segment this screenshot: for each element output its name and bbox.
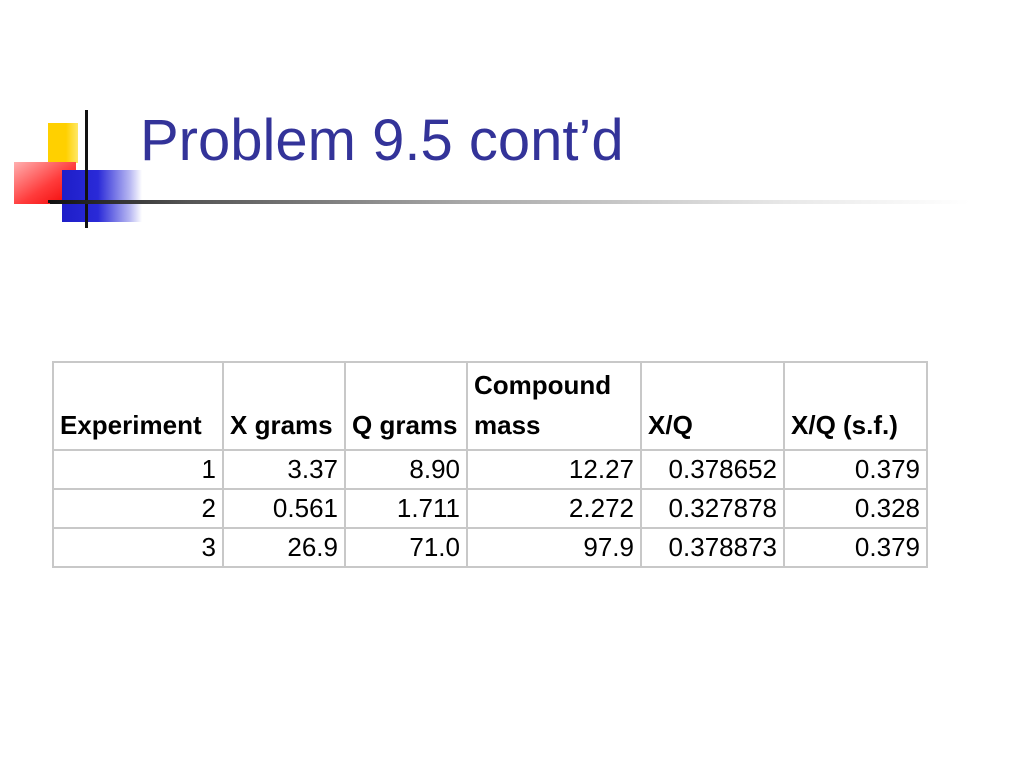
slide-title: Problem 9.5 cont’d: [140, 108, 624, 173]
header-x-over-q: X/Q: [640, 361, 785, 451]
cell-x-grams: 0.561: [222, 488, 346, 529]
data-table: Experiment X grams Q grams Compound mass…: [52, 361, 928, 568]
cell-x-over-q-sf: 0.328: [783, 488, 928, 529]
cell-compound-mass: 2.272: [466, 488, 642, 529]
table-row: 3 26.9 71.0 97.9 0.378873 0.379: [52, 527, 928, 568]
blue-square: [62, 170, 142, 222]
cell-q-grams: 8.90: [344, 449, 468, 490]
cell-q-grams: 71.0: [344, 527, 468, 568]
cell-x-grams: 26.9: [222, 527, 346, 568]
cell-x-over-q: 0.378652: [640, 449, 785, 490]
cell-x-over-q: 0.378873: [640, 527, 785, 568]
slide-logo-decoration: [0, 0, 150, 240]
vertical-rule: [85, 110, 88, 228]
table-header-row: Experiment X grams Q grams Compound mass…: [52, 361, 928, 451]
cell-x-over-q: 0.327878: [640, 488, 785, 529]
cell-experiment: 3: [52, 527, 224, 568]
cell-compound-mass: 97.9: [466, 527, 642, 568]
header-q-grams: Q grams: [344, 361, 468, 451]
header-x-over-q-sf: X/Q (s.f.): [783, 361, 928, 451]
cell-x-over-q-sf: 0.379: [783, 527, 928, 568]
cell-x-over-q-sf: 0.379: [783, 449, 928, 490]
header-x-grams: X grams: [222, 361, 346, 451]
cell-experiment: 1: [52, 449, 224, 490]
header-compound-mass: Compound mass: [466, 361, 642, 451]
cell-experiment: 2: [52, 488, 224, 529]
cell-compound-mass: 12.27: [466, 449, 642, 490]
table-row: 2 0.561 1.711 2.272 0.327878 0.328: [52, 488, 928, 529]
cell-q-grams: 1.711: [344, 488, 468, 529]
yellow-square: [48, 123, 78, 163]
header-experiment: Experiment: [52, 361, 224, 451]
title-underline: [50, 200, 970, 204]
header-compound-mass-label: Compound mass: [474, 370, 612, 440]
cell-x-grams: 3.37: [222, 449, 346, 490]
slide: Problem 9.5 cont’d Experiment X grams Q …: [0, 0, 1024, 768]
table-row: 1 3.37 8.90 12.27 0.378652 0.379: [52, 449, 928, 490]
